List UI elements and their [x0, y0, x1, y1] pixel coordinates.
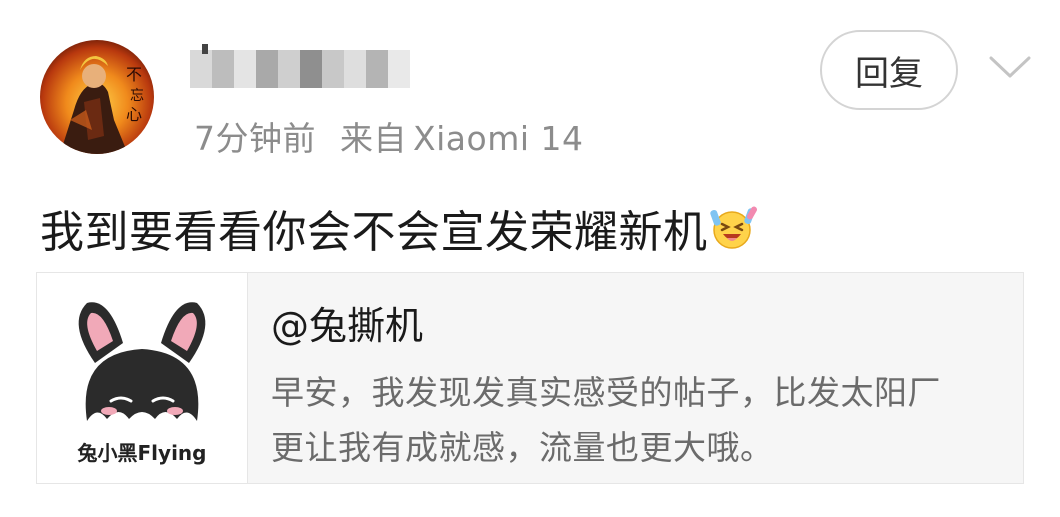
post-text: 我到要看看你会不会宣发荣耀新机: [40, 207, 708, 258]
quoted-post-card[interactable]: 兔小黑Flying @兔撕机 早安，我发现发真实感受的帖子，比发太阳厂 更让我有…: [36, 272, 1024, 484]
svg-text:心: 心: [126, 105, 142, 124]
chevron-down-icon[interactable]: [987, 52, 1033, 82]
post-meta: 7分钟前 来自 Xiaomi 14: [194, 112, 583, 160]
svg-text:忘: 忘: [130, 88, 144, 104]
post-body: 我到要看看你会不会宣发荣耀新机: [40, 196, 758, 260]
laughing-tears-emoji-icon: [709, 204, 758, 252]
source-label: 来自: [340, 119, 407, 158]
username-redacted[interactable]: [180, 44, 420, 94]
quoted-post-thumbnail[interactable]: 兔小黑Flying: [37, 273, 248, 483]
svg-text:不: 不: [126, 65, 142, 84]
quoted-text: 早安，我发现发真实感受的帖子，比发太阳厂 更让我有成就感，流量也更大哦。: [271, 365, 941, 475]
quoted-author[interactable]: @兔撕机: [271, 295, 423, 350]
user-avatar[interactable]: 不 忘 心: [40, 40, 154, 154]
device-name[interactable]: Xiaomi 14: [413, 119, 583, 158]
quoted-text-line: 早安，我发现发真实感受的帖子，比发太阳厂: [271, 373, 941, 412]
post-time: 7分钟前: [194, 119, 316, 158]
quoted-text-line: 更让我有成就感，流量也更大哦。: [271, 428, 774, 467]
thumbnail-caption: 兔小黑Flying: [77, 441, 207, 465]
post-card: 不 忘 心 7分钟前 来自 Xiaomi 14 回复 我到要看看你会不会宣发荣耀新机: [0, 0, 1060, 517]
reply-button[interactable]: 回复: [820, 30, 958, 110]
